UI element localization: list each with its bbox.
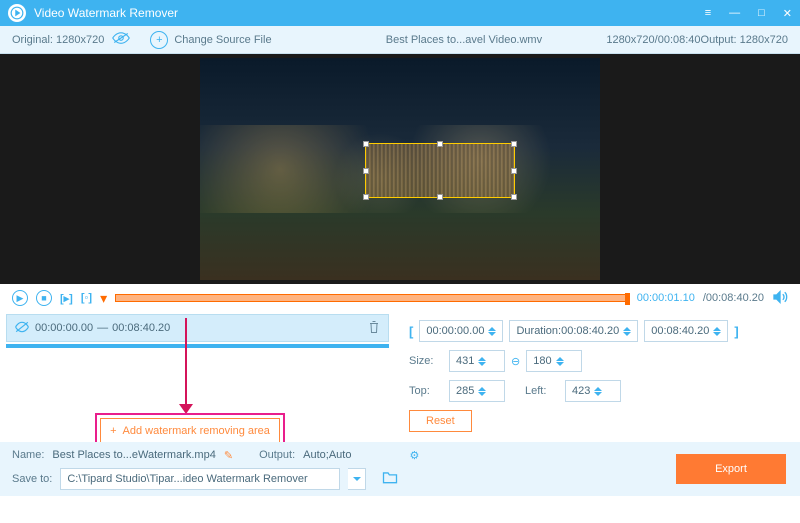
width-input[interactable]: 431 (449, 350, 505, 372)
name-label: Name: (12, 449, 44, 461)
resize-handle[interactable] (511, 194, 517, 200)
start-time-input[interactable]: 00:00:00.00 (419, 320, 503, 342)
set-start-button[interactable]: [▸] (60, 292, 73, 305)
segment-row[interactable]: 00:00:00.00 — 00:08:40.20 (6, 314, 389, 342)
maximize-button[interactable]: □ (758, 7, 765, 20)
settings-icon[interactable]: ⚙ (409, 449, 419, 462)
set-end-button[interactable]: [◦] (81, 292, 92, 304)
resize-handle[interactable] (511, 168, 517, 174)
menu-icon[interactable]: ≡ (705, 7, 711, 20)
reset-button[interactable]: Reset (409, 410, 472, 432)
segment-icon (15, 320, 29, 337)
original-label: Original: 1280x720 (12, 34, 104, 46)
app-title: Video Watermark Remover (34, 6, 705, 20)
left-input[interactable]: 423 (565, 380, 621, 402)
output-format-label: Output: (259, 449, 295, 461)
app-logo (8, 4, 26, 22)
timeline-handle[interactable] (625, 293, 630, 305)
total-time: /00:08:40.20 (703, 292, 764, 304)
edit-name-icon[interactable]: ✎ (224, 449, 233, 462)
bracket-start-icon[interactable]: [ (409, 324, 413, 339)
segment-bar[interactable] (6, 344, 389, 348)
delete-segment-icon[interactable] (368, 320, 380, 337)
left-label: Left: (525, 385, 559, 397)
timeline-marker-icon: ▾ (100, 290, 107, 307)
plus-icon: + (110, 425, 116, 437)
play-button[interactable]: ▶ (12, 290, 28, 306)
volume-icon[interactable] (772, 290, 788, 307)
end-time-input[interactable]: 00:08:40.20 (644, 320, 728, 342)
add-watermark-area-button[interactable]: + Add watermark removing area (100, 418, 280, 444)
top-label: Top: (409, 385, 443, 397)
browse-folder-icon[interactable] (382, 471, 398, 487)
bottom-bar: Name: Best Places to...eWatermark.mp4 ✎ … (0, 442, 800, 496)
watermark-selection-box[interactable] (365, 143, 515, 198)
height-input[interactable]: 180 (526, 350, 582, 372)
resize-handle[interactable] (511, 141, 517, 147)
properties-panel: [ 00:00:00.00 Duration:00:08:40.20 00:08… (395, 312, 800, 442)
timeline-slider[interactable] (115, 294, 629, 302)
segment-start: 00:00:00.00 (35, 322, 93, 334)
link-icon[interactable]: ⊖ (511, 355, 520, 368)
output-name: Best Places to...eWatermark.mp4 (52, 449, 215, 461)
playback-bar: ▶ ■ [▸] [◦] ▾ 00:00:01.10 /00:08:40.20 (0, 284, 800, 312)
add-source-icon[interactable]: + (150, 31, 168, 49)
duration-input[interactable]: Duration:00:08:40.20 (509, 320, 638, 342)
toolbar: Original: 1280x720 + Change Source File … (0, 26, 800, 54)
source-dimensions: 1280x720/00:08:40 (606, 34, 700, 46)
resize-handle[interactable] (363, 168, 369, 174)
stop-button[interactable]: ■ (36, 290, 52, 306)
preview-toggle-icon[interactable] (112, 32, 130, 47)
save-path-dropdown[interactable] (348, 468, 366, 490)
save-to-label: Save to: (12, 473, 52, 485)
change-source-button[interactable]: Change Source File (174, 34, 271, 46)
resize-handle[interactable] (363, 141, 369, 147)
output-label: Output: 1280x720 (701, 34, 788, 46)
video-preview[interactable] (200, 58, 600, 280)
save-path-input[interactable]: C:\Tipard Studio\Tipar...ideo Watermark … (60, 468, 340, 490)
segment-sep: — (97, 322, 108, 334)
resize-handle[interactable] (363, 194, 369, 200)
resize-handle[interactable] (437, 194, 443, 200)
source-filename: Best Places to...avel Video.wmv (332, 34, 597, 46)
minimize-button[interactable]: — (729, 7, 740, 20)
bracket-end-icon[interactable]: ] (734, 324, 738, 339)
close-button[interactable]: ✕ (783, 7, 792, 20)
top-input[interactable]: 285 (449, 380, 505, 402)
segment-end: 00:08:40.20 (112, 322, 170, 334)
current-time: 00:00:01.10 (637, 292, 695, 304)
window-controls: ≡ — □ ✕ (705, 7, 792, 20)
annotation-arrow (185, 318, 187, 408)
titlebar: Video Watermark Remover ≡ — □ ✕ (0, 0, 800, 26)
output-format: Auto;Auto (303, 449, 351, 461)
size-label: Size: (409, 355, 443, 367)
video-area (0, 54, 800, 284)
resize-handle[interactable] (437, 141, 443, 147)
export-button[interactable]: Export (676, 454, 786, 484)
